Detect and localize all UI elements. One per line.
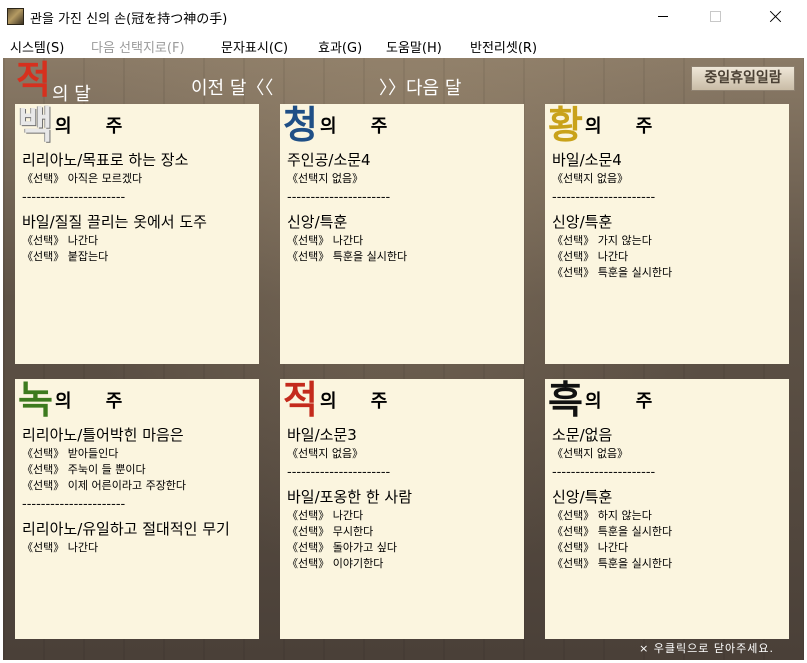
close-hint: × 우클릭으로 닫아주세요. <box>639 642 774 655</box>
menu-reverse-reset[interactable]: 반전리셋(R) <box>470 37 537 56</box>
event-title: 리리아노/유일하고 절대적인 무기 <box>22 520 230 538</box>
week-char: 청 <box>283 102 318 147</box>
event-choice: 《선택》 특훈을 실시한다 <box>552 557 673 570</box>
week-suffix: 의 주 <box>584 391 667 412</box>
event-choice: 《선택지 없음》 <box>552 172 629 185</box>
event-separator: ---------------------- <box>287 191 391 205</box>
event-choice: 《선택》 나간다 <box>552 250 629 263</box>
event-title: 바일/질질 끌리는 옷에서 도주 <box>22 213 207 231</box>
week-suffix: 의 주 <box>319 391 402 412</box>
event-title: 바일/소문3 <box>287 426 357 444</box>
week-header: 흑의 주 <box>548 379 666 421</box>
minimize-button[interactable] <box>640 0 686 33</box>
event-choice: 《선택》 나간다 <box>22 234 99 247</box>
event-separator: ---------------------- <box>287 466 391 480</box>
event-title: 바일/포옹한 한 사람 <box>287 488 412 506</box>
event-choice: 《선택》 특훈을 실시한다 <box>552 266 673 279</box>
event-choice: 《선택》 이제 어른이라고 주장한다 <box>22 479 187 492</box>
week-char: 적 <box>283 377 318 422</box>
event-separator: ---------------------- <box>552 466 656 480</box>
event-title: 바일/소문4 <box>552 151 622 169</box>
event-choice: 《선택》 받아들인다 <box>22 447 119 460</box>
event-separator: ---------------------- <box>552 191 656 205</box>
month-char: 적 <box>16 58 51 102</box>
event-list: 주인공/소문4 《선택지 없음》 ---------------------- 신앙/… <box>287 149 522 265</box>
event-title: 리리아노/틀어박힌 마음은 <box>22 426 184 444</box>
week-card: 녹의 주리리아노/틀어박힌 마음은 《선택》 받아들인다 《선택》 주눅이 들 뿐이… <box>15 379 259 639</box>
menu-next-choice: 다음 선택지로(F) <box>91 41 185 56</box>
next-month-button[interactable]: 〉〉다음 달 <box>379 74 461 100</box>
event-title: 소문/없음 <box>552 426 613 444</box>
week-card: 황의 주바일/소문4 《선택지 없음》 ----------------------… <box>545 104 789 364</box>
prev-month-button[interactable]: 이전 달〈〈 <box>191 74 273 100</box>
event-title: 주인공/소문4 <box>287 151 371 169</box>
menu-bar: 시스템(S) 다음 선택지로(F) 문자표시(C) 효과(G) 도움말(H) 반… <box>0 33 807 58</box>
week-header: 백의 주 <box>18 104 136 146</box>
event-choice: 《선택》 이야기한다 <box>287 557 384 570</box>
event-list: 리리아노/목표로 하는 장소 《선택》 아직은 모르겠다 -------------… <box>22 149 257 265</box>
event-choice: 《선택》 붙잡는다 <box>22 250 109 263</box>
menu-system[interactable]: 시스템(S) <box>10 37 64 56</box>
event-choice: 《선택》 주눅이 들 뿐이다 <box>22 463 146 476</box>
week-suffix: 의 주 <box>319 116 402 137</box>
event-list: 바일/소문3 《선택지 없음》 ---------------------- 바일/포… <box>287 424 522 572</box>
event-choice: 《선택》 하지 않는다 <box>552 509 652 522</box>
app-icon <box>7 8 24 25</box>
event-choice: 《선택》 특훈을 실시한다 <box>287 250 408 263</box>
week-suffix: 의 주 <box>54 116 137 137</box>
week-header: 황의 주 <box>548 104 666 146</box>
event-separator: ---------------------- <box>22 191 126 205</box>
week-suffix: 의 주 <box>584 116 667 137</box>
event-title: 신앙/특훈 <box>552 213 613 231</box>
event-choice: 《선택》 나간다 <box>552 541 629 554</box>
week-char: 황 <box>548 102 583 147</box>
week-header: 적의 주 <box>283 379 401 421</box>
maximize-button <box>692 0 738 33</box>
event-list: 리리아노/틀어박힌 마음은 《선택》 받아들인다 《선택》 주눅이 들 뿐이다 《선택… <box>22 424 257 556</box>
title-bar: 관을 가진 신의 손(冠を持つ神の手) <box>0 0 807 33</box>
event-choice: 《선택》 나간다 <box>22 541 99 554</box>
event-choice: 《선택지 없음》 <box>552 447 629 460</box>
menu-text-display[interactable]: 문자표시(C) <box>221 37 288 56</box>
week-char: 흑 <box>548 377 583 422</box>
month-suffix: 의 달 <box>52 84 91 105</box>
week-header: 녹의 주 <box>18 379 136 421</box>
week-card: 청의 주주인공/소문4 《선택지 없음》 ---------------------… <box>280 104 524 364</box>
game-screen: 적 의 달 이전 달〈〈 〉〉다음 달 중일휴일일람 백의 주 리리아노/목표로 … <box>3 58 804 660</box>
event-title: 신앙/특훈 <box>287 213 348 231</box>
event-list: 소문/없음 《선택지 없음》 ---------------------- 신앙/특훈… <box>552 424 787 572</box>
menu-effects[interactable]: 효과(G) <box>318 37 362 56</box>
week-suffix: 의 주 <box>54 391 137 412</box>
event-choice: 《선택》 가지 않는다 <box>552 234 652 247</box>
event-title: 신앙/특훈 <box>552 488 613 506</box>
week-card: 적의 주바일/소문3 《선택지 없음》 ----------------------… <box>280 379 524 639</box>
menu-help[interactable]: 도움말(H) <box>386 37 442 56</box>
event-list: 바일/소문4 《선택지 없음》 ---------------------- 신앙/특… <box>552 149 787 281</box>
event-choice: 《선택》 특훈을 실시한다 <box>552 525 673 538</box>
event-choice: 《선택》 돌아가고 싶다 <box>287 541 397 554</box>
window-title: 관을 가진 신의 손(冠を持つ神の手) <box>30 12 228 27</box>
week-card: 흑의 주소문/없음 《선택지 없음》 ---------------------- 신… <box>545 379 789 639</box>
week-card: 백의 주리리아노/목표로 하는 장소 《선택》 아직은 모르겠다 ---------… <box>15 104 259 364</box>
week-header: 청의 주 <box>283 104 401 146</box>
week-char: 백 <box>18 102 53 147</box>
holiday-list-button[interactable]: 중일휴일일람 <box>691 66 795 91</box>
event-choice: 《선택》 아직은 모르겠다 <box>22 172 143 185</box>
event-title: 리리아노/목표로 하는 장소 <box>22 151 189 169</box>
week-char: 녹 <box>18 377 53 422</box>
event-choice: 《선택》 나간다 <box>287 234 364 247</box>
event-choice: 《선택》 무시한다 <box>287 525 374 538</box>
event-choice: 《선택지 없음》 <box>287 172 364 185</box>
close-button[interactable] <box>752 0 798 33</box>
event-choice: 《선택》 나간다 <box>287 509 364 522</box>
event-separator: ---------------------- <box>22 498 126 512</box>
event-choice: 《선택지 없음》 <box>287 447 364 460</box>
